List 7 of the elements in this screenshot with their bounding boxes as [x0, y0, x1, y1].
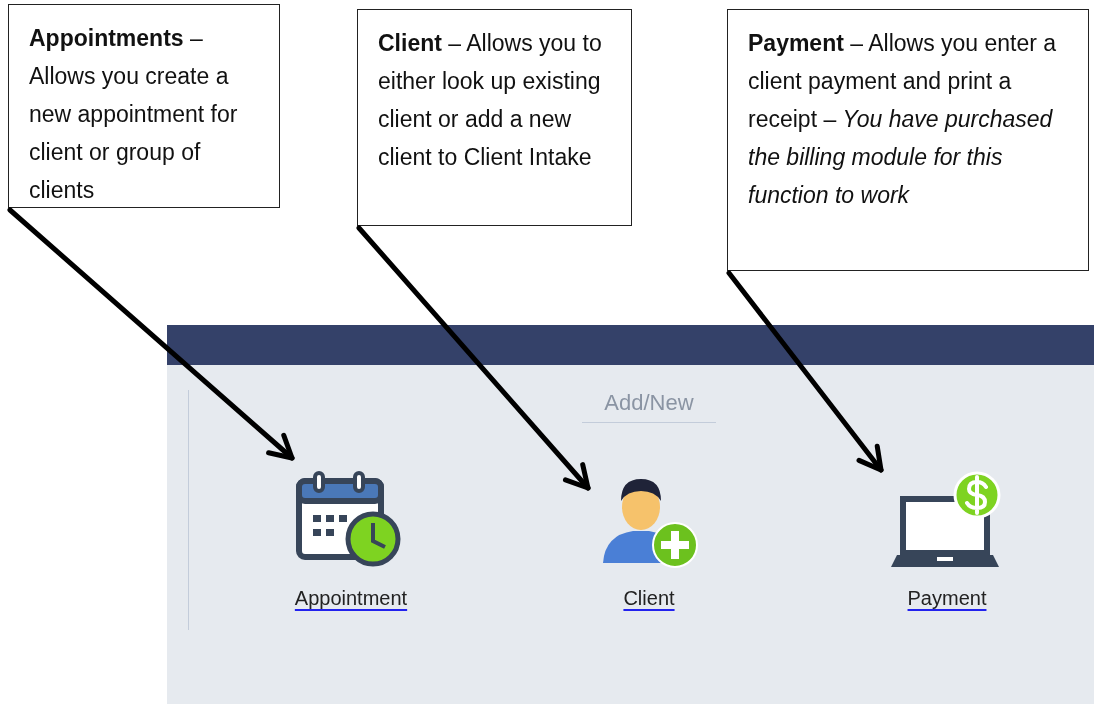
item-link[interactable]: Payment	[907, 587, 987, 610]
callout-box: Client – Allows you to either look up existing client or add a new client to Client Intake	[357, 9, 632, 226]
section-title: Add/New	[582, 390, 716, 423]
item-link[interactable]: Appointment	[294, 587, 408, 610]
callout-box: Appointments – Allows you create a new appointment for client or group of clients	[8, 4, 280, 208]
callout-box: Payment – Allows you enter a client payment and print a receipt – You have purchased the billing module for this function to work	[727, 9, 1089, 271]
item-link[interactable]: Client	[623, 587, 675, 610]
